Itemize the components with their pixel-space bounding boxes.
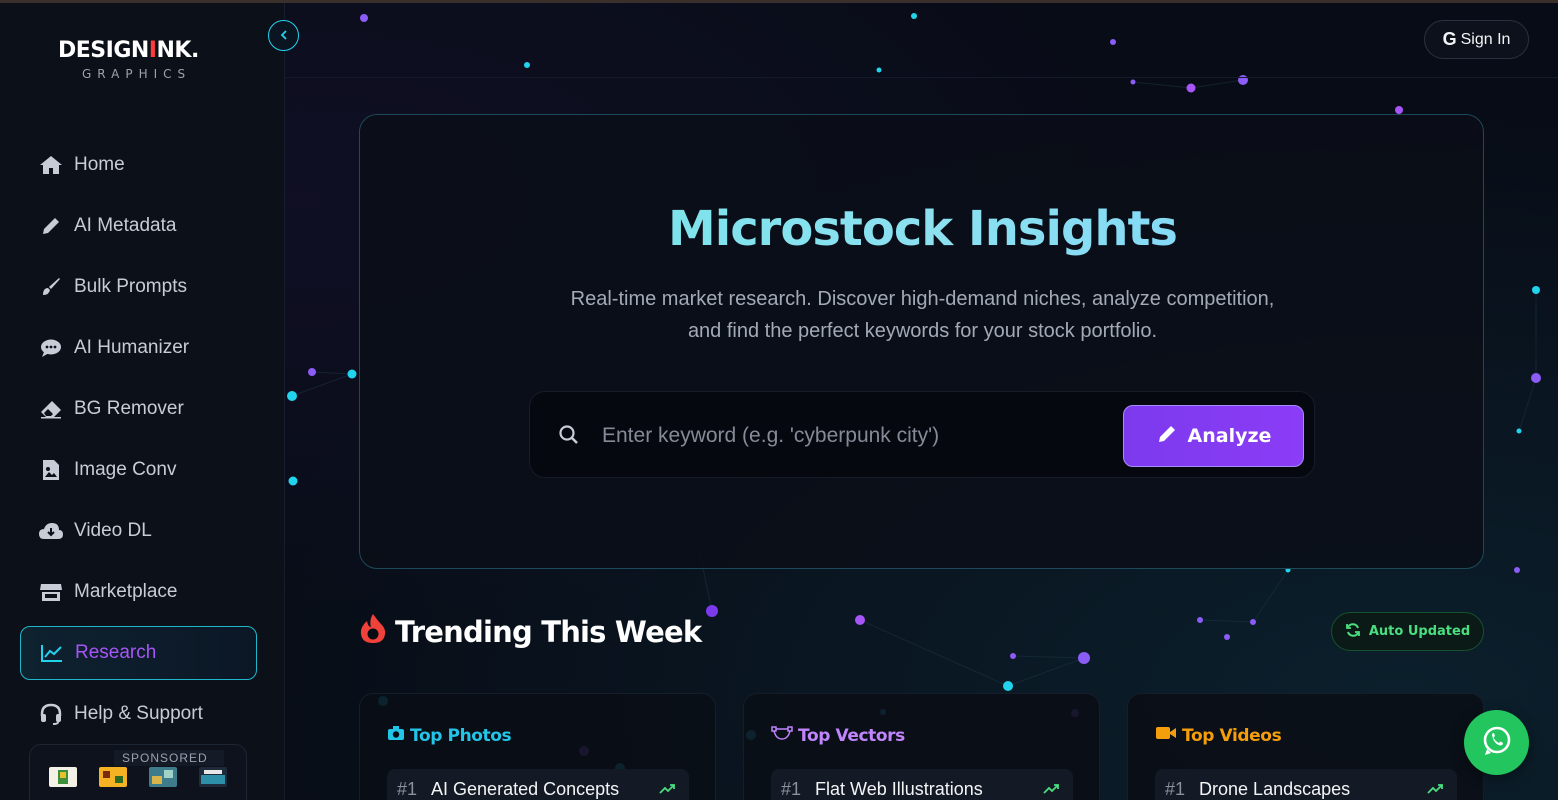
sidebar-item-label: Video DL <box>74 520 152 541</box>
pencil-icon <box>38 215 64 237</box>
trending-heading: Trending This Week <box>359 612 702 651</box>
trend-item-label: Flat Web Illustrations <box>815 778 983 799</box>
sign-in-button[interactable]: G Sign In <box>1424 20 1529 59</box>
sidebar-item-label: BG Remover <box>74 398 184 419</box>
sidebar-item-research[interactable]: Research <box>20 626 257 680</box>
sidebar-item-bg-remover[interactable]: BG Remover <box>20 382 257 436</box>
trend-item-label: AI Generated Concepts <box>431 778 620 799</box>
auto-updated-badge: Auto Updated <box>1331 612 1484 651</box>
file-image-icon <box>38 459 64 481</box>
list-item[interactable]: #1 Drone Landscapes <box>1155 769 1457 800</box>
refresh-icon <box>1345 622 1361 642</box>
keyword-search-input[interactable] <box>602 414 1102 458</box>
rank-label: #1 <box>1165 778 1186 799</box>
sidebar-item-bulk-prompts[interactable]: Bulk Prompts <box>20 260 257 314</box>
sponsored-box: SPONSORED <box>29 744 247 800</box>
sponsor-ad[interactable] <box>99 767 127 787</box>
sidebar-collapse-button[interactable] <box>268 20 299 51</box>
camera-icon <box>387 725 405 746</box>
list-item[interactable]: #1 Flat Web Illustrations <box>771 769 1073 800</box>
sidebar-item-label: AI Metadata <box>74 215 177 236</box>
sponsor-ad[interactable] <box>199 767 227 787</box>
sidebar-item-label: Marketplace <box>74 581 178 602</box>
header-divider <box>285 77 1558 78</box>
video-camera-icon <box>1155 725 1177 746</box>
google-icon: G <box>1442 29 1457 49</box>
sidebar: DESIGNINK. GRAPHICS Home AI Metadata Bul… <box>0 0 285 800</box>
store-icon <box>38 581 64 603</box>
trend-up-icon <box>1427 779 1443 800</box>
auto-updated-label: Auto Updated <box>1368 624 1471 639</box>
sidebar-item-label: Bulk Prompts <box>74 276 187 297</box>
search-bar: Analyze <box>529 391 1315 478</box>
sidebar-item-help-support[interactable]: Help & Support <box>20 687 257 741</box>
trend-up-icon <box>1043 779 1059 800</box>
top-vectors-card: Top Vectors #1 Flat Web Illustrations <box>743 693 1100 800</box>
fire-icon <box>359 612 387 651</box>
analyze-button[interactable]: Analyze <box>1123 405 1304 467</box>
sidebar-nav: Home AI Metadata Bulk Prompts AI Humaniz… <box>20 138 257 748</box>
brand-tagline: GRAPHICS <box>82 67 192 81</box>
sidebar-item-label: AI Humanizer <box>74 337 190 358</box>
rank-label: #1 <box>781 778 802 799</box>
sign-in-label: Sign In <box>1460 30 1511 48</box>
trend-item-label: Drone Landscapes <box>1199 778 1351 799</box>
hero-card: Microstock Insights Real-time market res… <box>359 114 1484 569</box>
eraser-icon <box>38 398 64 420</box>
analyze-label: Analyze <box>1187 425 1272 447</box>
sidebar-item-label: Home <box>74 154 125 175</box>
search-icon <box>558 424 580 450</box>
sidebar-item-marketplace[interactable]: Marketplace <box>20 565 257 619</box>
pencil-icon <box>1156 423 1178 450</box>
home-icon <box>38 154 64 176</box>
sidebar-item-ai-humanizer[interactable]: AI Humanizer <box>20 321 257 375</box>
sidebar-item-video-dl[interactable]: Video DL <box>20 504 257 558</box>
column-title: Top Videos <box>1155 725 1282 746</box>
sidebar-item-home[interactable]: Home <box>20 138 257 192</box>
chat-icon <box>38 337 64 359</box>
window-top-border <box>0 0 1558 3</box>
brush-icon <box>38 276 64 298</box>
whatsapp-chat-button[interactable] <box>1464 710 1529 775</box>
page-title: Microstock Insights <box>360 201 1485 257</box>
whatsapp-icon <box>1480 724 1514 762</box>
sponsor-ad[interactable] <box>149 767 177 787</box>
sidebar-item-image-conv[interactable]: Image Conv <box>20 443 257 497</box>
sidebar-item-label: Image Conv <box>74 459 177 480</box>
headset-icon <box>38 703 64 725</box>
chevron-left-icon <box>278 26 290 45</box>
page-subtitle: Real-time market research. Discover high… <box>570 288 1275 342</box>
column-title: Top Vectors <box>771 725 905 746</box>
list-item[interactable]: #1 AI Generated Concepts <box>387 769 689 800</box>
sidebar-item-label: Research <box>75 642 157 663</box>
chart-line-icon <box>39 642 65 664</box>
vector-path-icon <box>771 725 793 746</box>
sponsor-ad[interactable] <box>49 767 77 787</box>
top-videos-card: Top Videos #1 Drone Landscapes <box>1127 693 1484 800</box>
trending-title: Trending This Week <box>395 614 702 649</box>
trend-up-icon <box>659 779 675 800</box>
top-photos-card: Top Photos #1 AI Generated Concepts <box>359 693 716 800</box>
cloud-download-icon <box>38 520 64 542</box>
column-title: Top Photos <box>387 725 512 746</box>
sponsored-label: SPONSORED <box>114 750 224 766</box>
sidebar-item-label: Help & Support <box>74 703 203 724</box>
sidebar-item-ai-metadata[interactable]: AI Metadata <box>20 199 257 253</box>
brand-logo[interactable]: DESIGNINK. GRAPHICS <box>58 38 228 81</box>
brand-wordmark: DESIGNINK. <box>58 38 199 63</box>
rank-label: #1 <box>397 778 418 799</box>
